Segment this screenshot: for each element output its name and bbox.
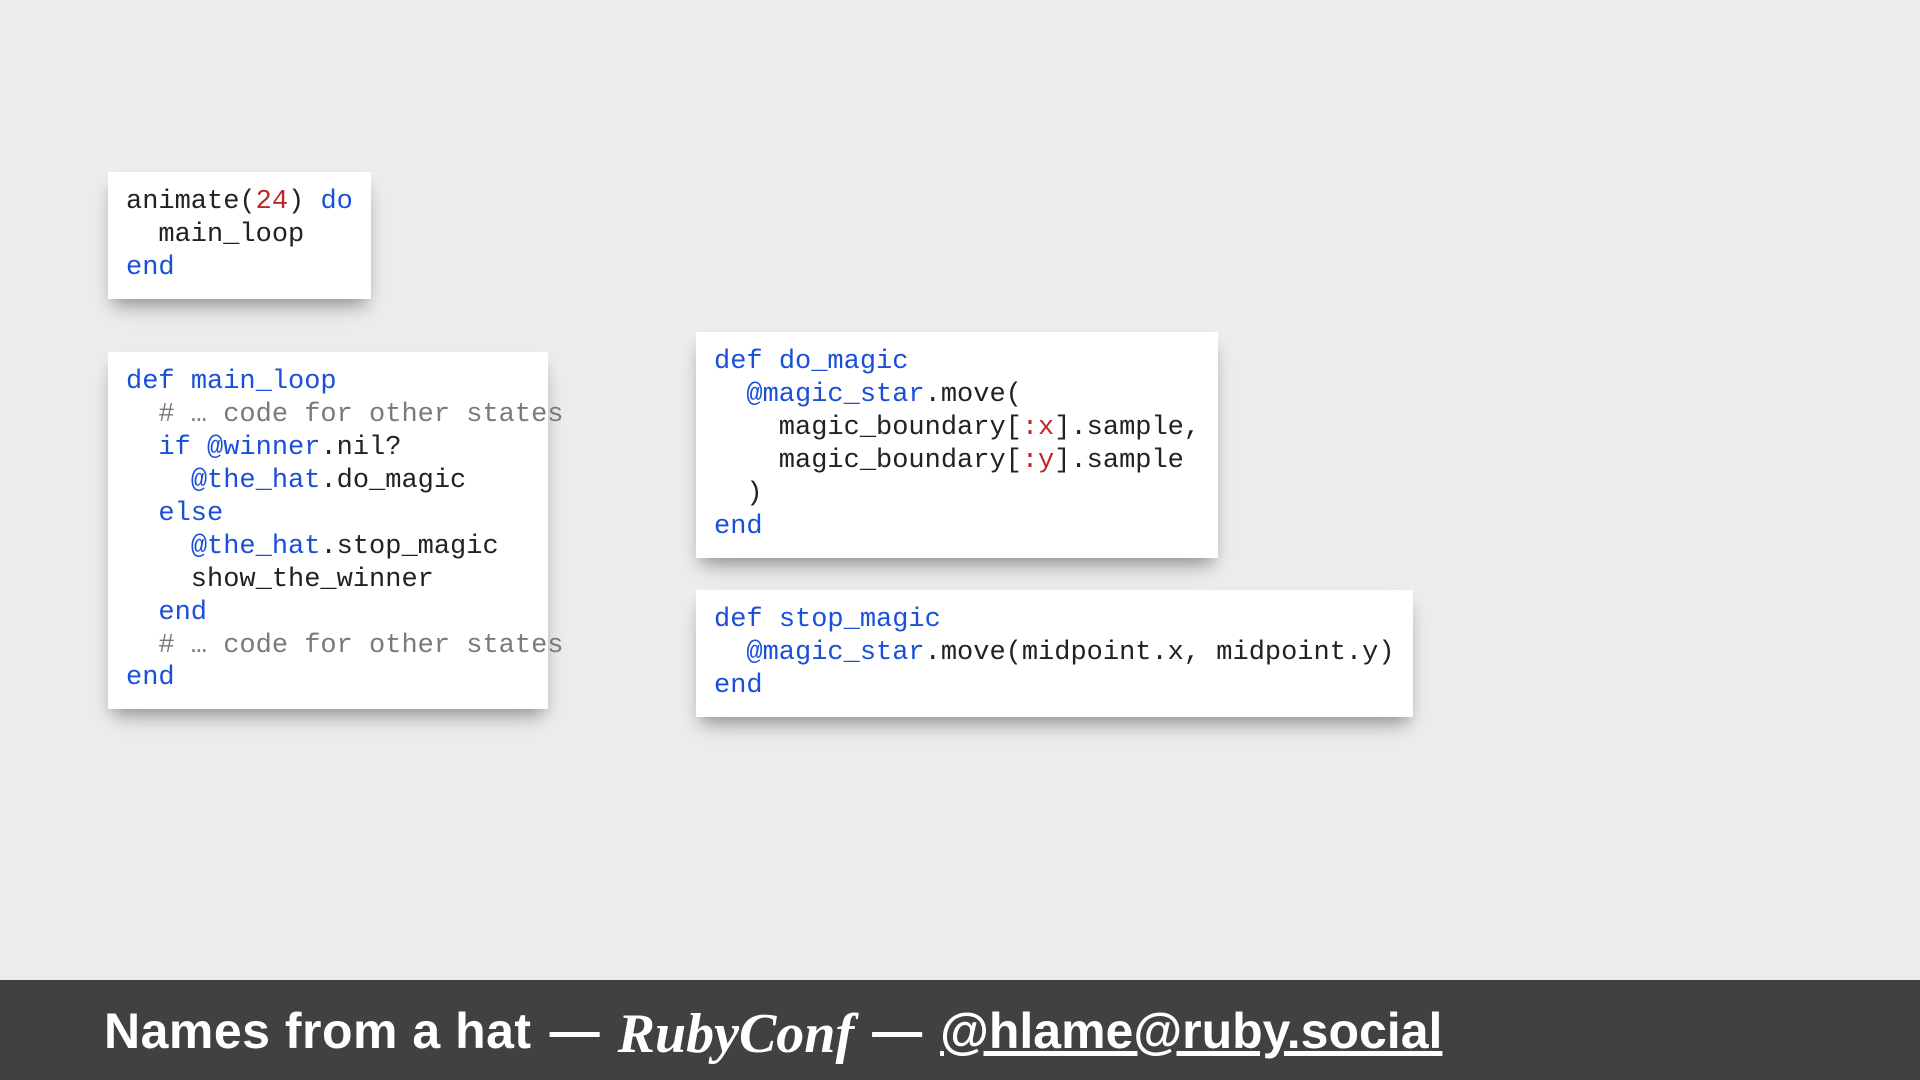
separator: —	[872, 1002, 922, 1060]
social-handle[interactable]: @hlame@ruby.social	[940, 1002, 1442, 1060]
code-block: def stop_magic @magic_star.move(midpoint…	[714, 604, 1395, 703]
code-block: animate(24) do main_loop end	[126, 186, 353, 285]
code-block: def main_loop # … code for other states …	[126, 366, 530, 695]
code-card-animate: animate(24) do main_loop end	[108, 172, 371, 299]
code-block: def do_magic @magic_star.move( magic_bou…	[714, 346, 1200, 544]
talk-title: Names from a hat	[104, 1002, 532, 1060]
separator: —	[550, 1002, 600, 1060]
footer-bar: Names from a hat — RubyConf — @hlame@rub…	[0, 980, 1920, 1080]
conference-name: RubyConf	[618, 1002, 855, 1066]
code-card-main-loop: def main_loop # … code for other states …	[108, 352, 548, 709]
slide-stage: animate(24) do main_loop end def main_lo…	[0, 0, 1920, 1080]
code-card-do-magic: def do_magic @magic_star.move( magic_bou…	[696, 332, 1218, 558]
code-card-stop-magic: def stop_magic @magic_star.move(midpoint…	[696, 590, 1413, 717]
